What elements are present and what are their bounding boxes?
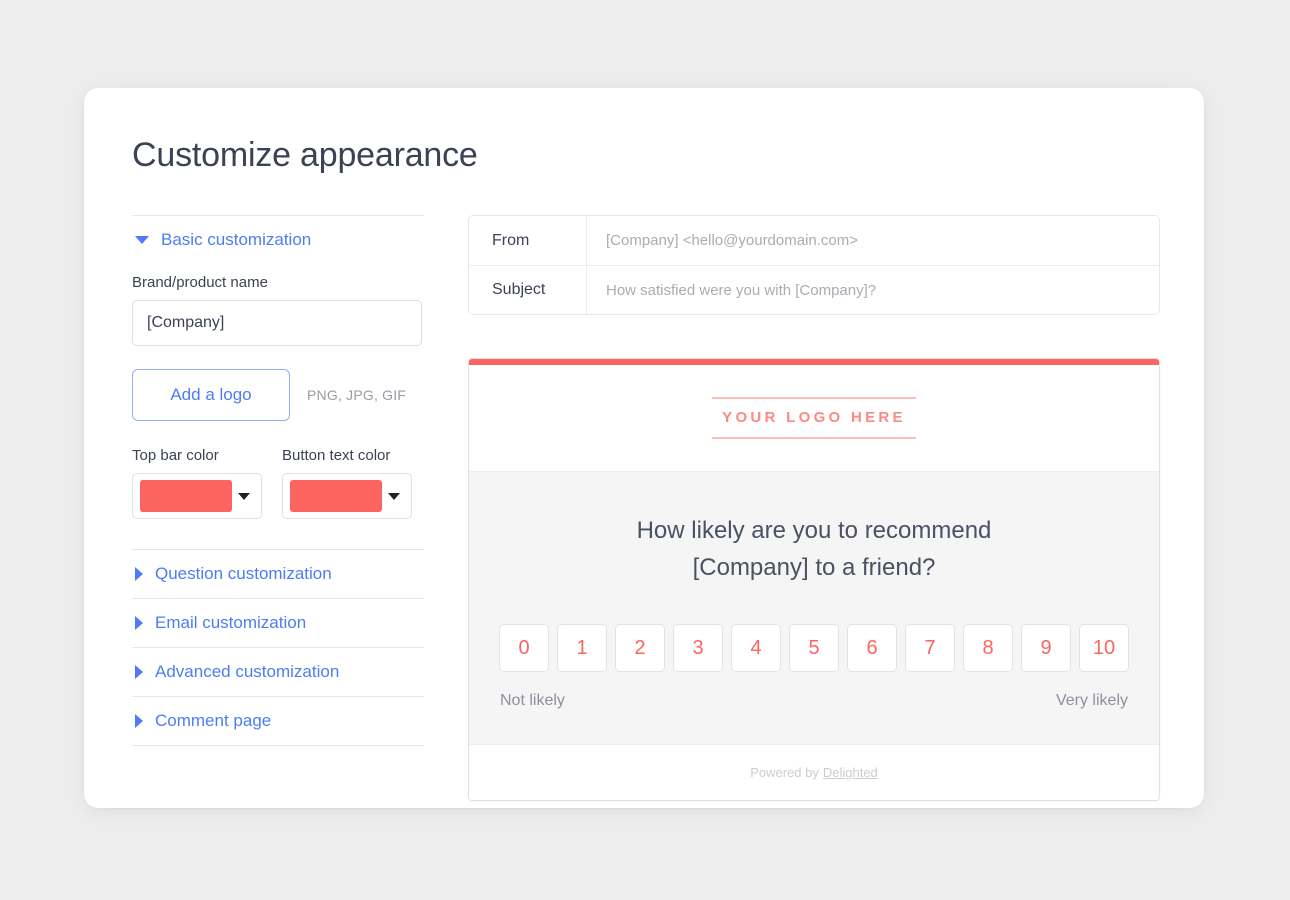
caret-right-icon [135, 665, 143, 679]
sidebar-item-advanced-customization[interactable]: Advanced customization [132, 648, 424, 696]
top-bar-color-picker[interactable] [132, 473, 262, 519]
nps-score-5[interactable]: 5 [789, 624, 839, 672]
nps-high-label: Very likely [1056, 692, 1128, 710]
survey-footer: Powered by Delighted [469, 744, 1159, 800]
nps-score-2[interactable]: 2 [615, 624, 665, 672]
email-from-value[interactable]: [Company] <hello@yourdomain.com> [587, 216, 1159, 265]
sidebar-item-label: Email customization [155, 613, 306, 633]
logo-upload-row: Add a logo PNG, JPG, GIF [132, 369, 424, 421]
top-bar-color-group: Top bar color [132, 447, 262, 519]
top-bar-color-label: Top bar color [132, 447, 262, 464]
sidebar-item-email-customization[interactable]: Email customization [132, 599, 424, 647]
survey-logo-zone: YOUR LOGO HERE [469, 365, 1159, 471]
sidebar-item-label: Advanced customization [155, 662, 339, 682]
page-title: Customize appearance [132, 136, 478, 175]
top-bar-color-swatch [140, 480, 232, 512]
email-header-preview: From [Company] <hello@yourdomain.com> Su… [468, 215, 1160, 315]
email-from-label: From [469, 216, 587, 265]
chevron-down-icon [388, 493, 400, 500]
nps-score-7[interactable]: 7 [905, 624, 955, 672]
email-subject-value[interactable]: How satisfied were you with [Company]? [587, 266, 1159, 314]
brand-name-input[interactable] [132, 300, 422, 346]
delighted-link[interactable]: Delighted [823, 765, 878, 780]
caret-right-icon [135, 567, 143, 581]
add-a-logo-button[interactable]: Add a logo [132, 369, 290, 421]
caret-down-icon [135, 236, 149, 244]
button-text-color-group: Button text color [282, 447, 412, 519]
sidebar-item-basic-customization[interactable]: Basic customization [132, 216, 424, 264]
sidebar-item-label: Question customization [155, 564, 332, 584]
nps-scale-labels: Not likely Very likely [499, 692, 1129, 710]
nps-low-label: Not likely [500, 692, 565, 710]
email-subject-row: Subject How satisfied were you with [Com… [469, 265, 1159, 314]
preview-panel: From [Company] <hello@yourdomain.com> Su… [468, 215, 1160, 801]
nps-score-10[interactable]: 10 [1079, 624, 1129, 672]
color-pickers-row: Top bar color Button text color [132, 447, 424, 519]
logo-placeholder-text: YOUR LOGO HERE [712, 399, 916, 437]
button-text-color-swatch [290, 480, 382, 512]
nps-score-0[interactable]: 0 [499, 624, 549, 672]
sidebar-item-label: Comment page [155, 711, 271, 731]
sidebar-item-question-customization[interactable]: Question customization [132, 550, 424, 598]
logo-file-types-hint: PNG, JPG, GIF [307, 387, 406, 403]
sidebar-item-label: Basic customization [161, 230, 311, 250]
button-text-color-label: Button text color [282, 447, 412, 464]
customize-appearance-card: Customize appearance Basic customization… [84, 88, 1204, 808]
brand-name-label: Brand/product name [132, 274, 424, 291]
logo-placeholder[interactable]: YOUR LOGO HERE [712, 390, 916, 446]
caret-right-icon [135, 616, 143, 630]
screen-root: Customize appearance Basic customization… [0, 0, 1290, 900]
button-text-color-picker[interactable] [282, 473, 412, 519]
logo-rule-bottom [712, 437, 916, 439]
powered-by-text: Powered by [750, 765, 819, 780]
chevron-down-icon [238, 493, 250, 500]
nps-score-3[interactable]: 3 [673, 624, 723, 672]
nps-score-8[interactable]: 8 [963, 624, 1013, 672]
nps-score-9[interactable]: 9 [1021, 624, 1071, 672]
nps-score-1[interactable]: 1 [557, 624, 607, 672]
email-from-row: From [Company] <hello@yourdomain.com> [469, 216, 1159, 265]
survey-body: How likely are you to recommend [Company… [469, 471, 1159, 744]
nps-score-4[interactable]: 4 [731, 624, 781, 672]
email-subject-label: Subject [469, 266, 587, 314]
sidebar-item-comment-page[interactable]: Comment page [132, 697, 424, 745]
survey-preview-card: YOUR LOGO HERE How likely are you to rec… [468, 358, 1160, 801]
divider-bottom [132, 745, 424, 746]
nps-score-6[interactable]: 6 [847, 624, 897, 672]
settings-panel: Basic customization Brand/product name A… [132, 215, 424, 746]
nps-score-buttons: 012345678910 [499, 624, 1129, 672]
caret-right-icon [135, 714, 143, 728]
survey-question: How likely are you to recommend [Company… [604, 512, 1024, 586]
accordion-sections: Question customization Email customizati… [132, 549, 424, 746]
